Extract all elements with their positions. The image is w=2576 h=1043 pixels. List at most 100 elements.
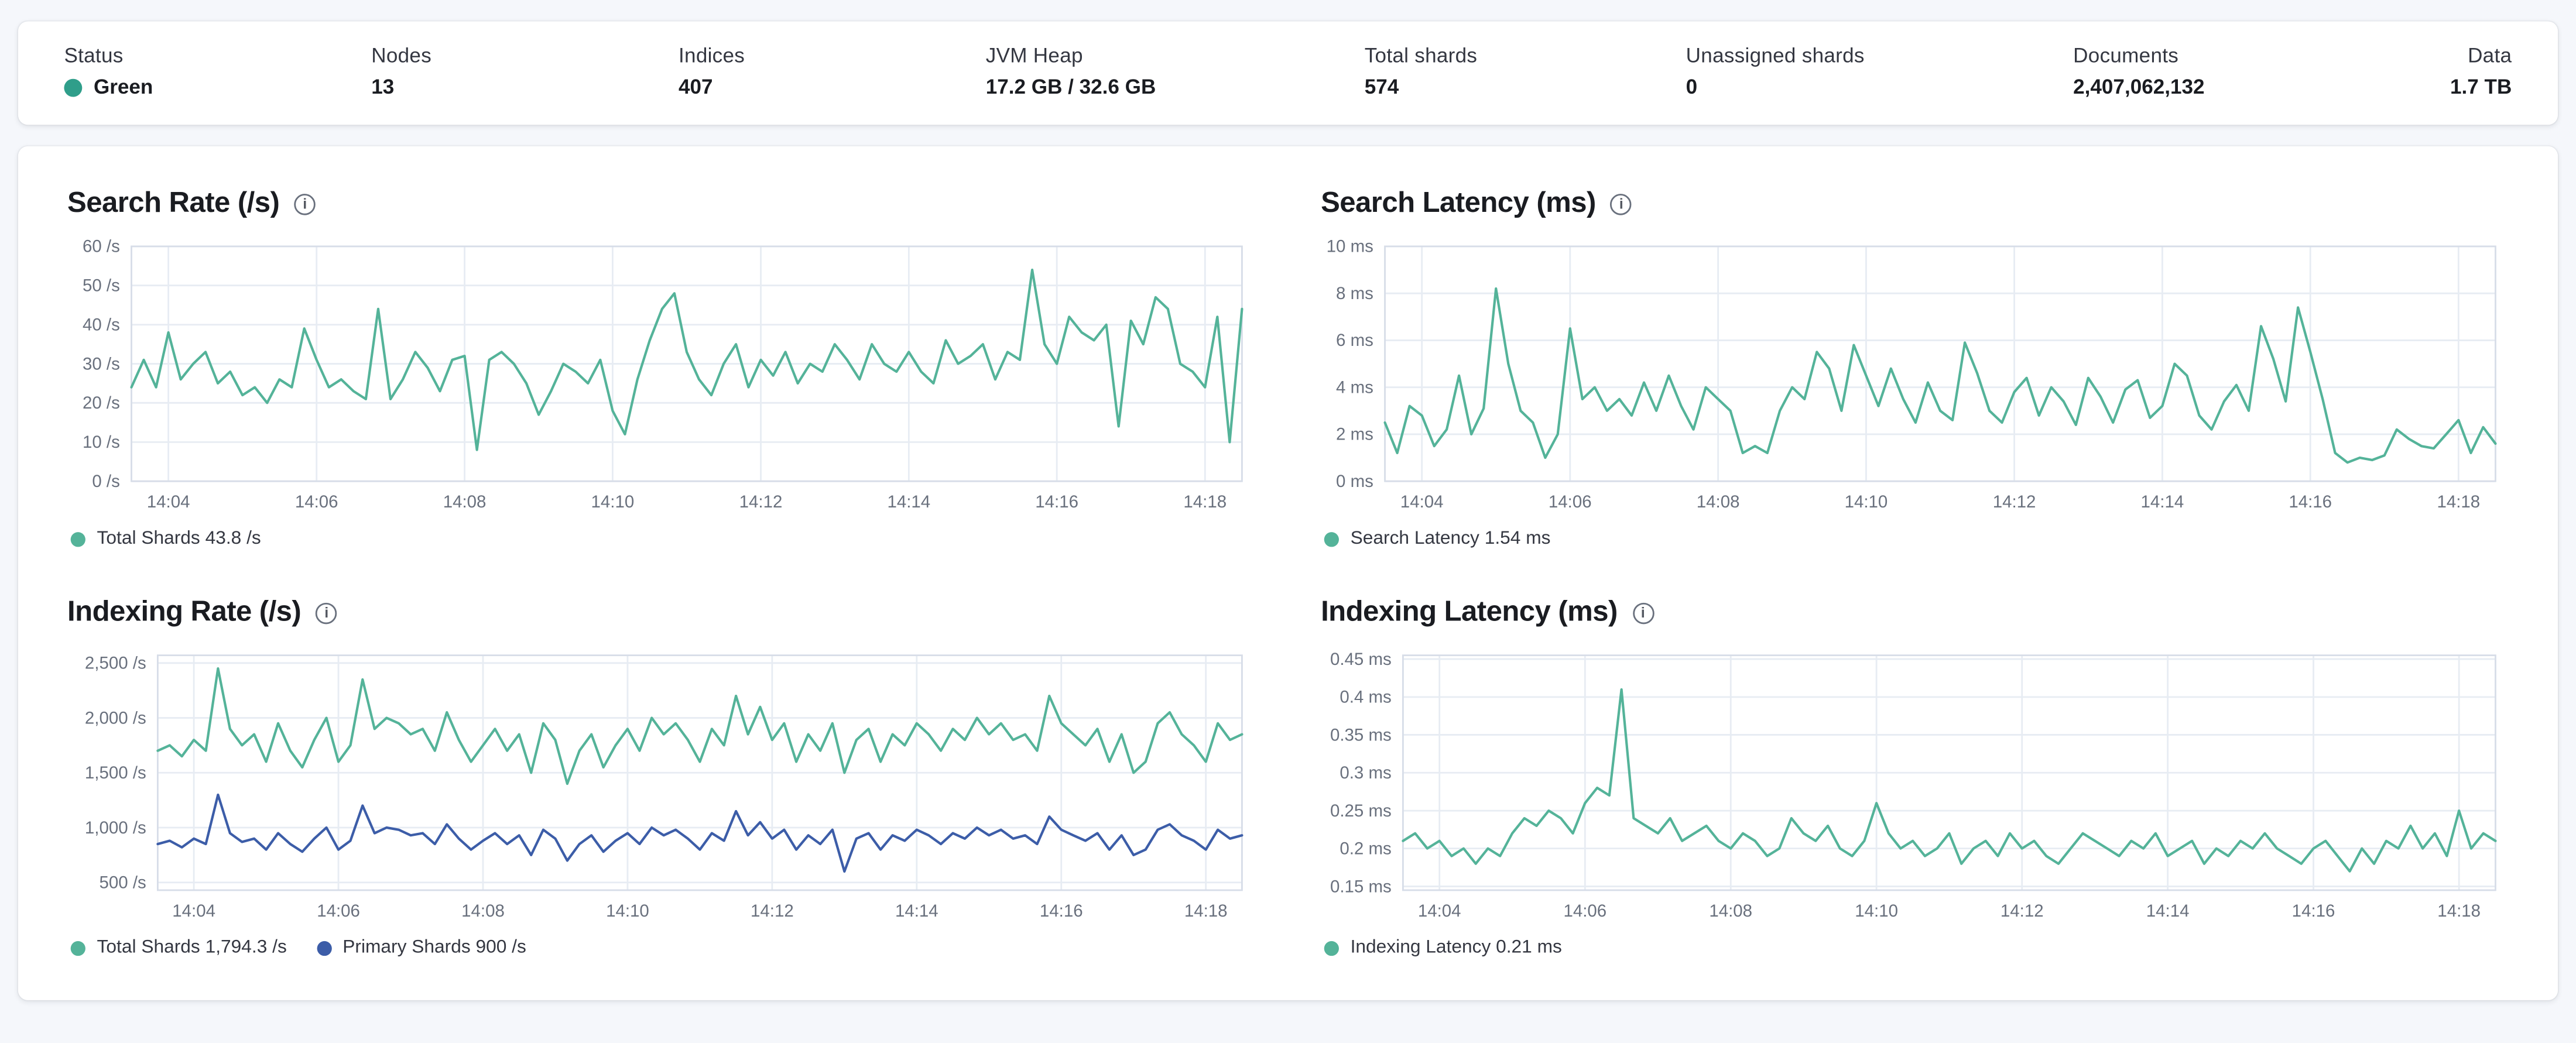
indexing-latency-chart[interactable]: 14:04 14:06 14:08 14:10 14:12 14:14 14:16 14:18… bbox=[1321, 644, 2509, 927]
svg-text:14:18: 14:18 bbox=[1184, 901, 1228, 921]
svg-text:2,000 /s: 2,000 /s bbox=[85, 708, 146, 728]
stat-status: Status Green bbox=[64, 44, 162, 98]
svg-text:2,500 /s: 2,500 /s bbox=[85, 654, 146, 673]
chart-header: Indexing Rate (/s) bbox=[67, 595, 1255, 629]
chart-canvas: 14:04 14:06 14:08 14:10 14:12 14:14 14:16 14:18… bbox=[1327, 237, 2497, 512]
search-latency-chart[interactable]: 14:04 14:06 14:08 14:10 14:12 14:14 14:16 14:18… bbox=[1321, 235, 2509, 517]
svg-text:0 ms: 0 ms bbox=[1336, 472, 1373, 491]
svg-text:1,500 /s: 1,500 /s bbox=[85, 763, 146, 783]
legend-dot bbox=[70, 531, 85, 547]
chart-legend: Search Latency 1.54 ms bbox=[1321, 529, 2509, 548]
info-icon[interactable] bbox=[1611, 194, 1632, 215]
stat-total-shards-value: 574 bbox=[1364, 76, 1399, 99]
svg-text:14:08: 14:08 bbox=[1709, 901, 1752, 921]
stat-total-shards-label: Total shards bbox=[1364, 44, 1478, 68]
charts-grid: Search Rate (/s) 14:0414:0614:0814:1014:… bbox=[67, 186, 2509, 958]
search-rate-chart[interactable]: 14:04 14:06 14:08 14:10 14:12 14:14 14:16 14:18… bbox=[67, 235, 1255, 517]
chart-header: Indexing Latency (ms) bbox=[1321, 595, 2509, 629]
svg-text:14:06: 14:06 bbox=[1563, 901, 1606, 921]
stat-indices: Indices 407 bbox=[679, 44, 777, 99]
info-icon[interactable] bbox=[294, 194, 316, 215]
chart-title-search-latency: Search Latency (ms) bbox=[1321, 186, 1596, 219]
stat-nodes-label: Nodes bbox=[371, 44, 432, 68]
svg-text:4 ms: 4 ms bbox=[1336, 378, 1373, 397]
svg-text:14:06: 14:06 bbox=[317, 901, 360, 921]
stat-total-shards: Total shards 574 bbox=[1365, 44, 1478, 99]
charts-panel: Search Rate (/s) 14:0414:0614:0814:1014:… bbox=[18, 146, 2558, 1000]
svg-text:14:16: 14:16 bbox=[1040, 901, 1083, 921]
svg-text:14:04: 14:04 bbox=[172, 901, 215, 921]
legend-dot bbox=[1324, 531, 1339, 547]
svg-text:14:10: 14:10 bbox=[1855, 901, 1898, 921]
stat-data-value: 1.7 TB bbox=[2450, 76, 2512, 99]
svg-text:10 ms: 10 ms bbox=[1327, 237, 1373, 256]
svg-text:0.25 ms: 0.25 ms bbox=[1330, 801, 1392, 821]
svg-text:14:12: 14:12 bbox=[1993, 492, 2036, 512]
chart-block-search-rate: Search Rate (/s) 14:0414:0614:0814:1014:… bbox=[67, 186, 1255, 548]
svg-text:14:06: 14:06 bbox=[295, 492, 338, 512]
stat-jvm-heap-value: 17.2 GB / 32.6 GB bbox=[985, 76, 1156, 99]
svg-text:14:14: 14:14 bbox=[2141, 492, 2184, 512]
svg-text:14:04: 14:04 bbox=[1418, 901, 1461, 921]
chart-canvas: 14:04 14:06 14:08 14:10 14:12 14:14 14:16 14:18… bbox=[85, 654, 1244, 921]
legend-item-search-latency[interactable]: Search Latency 1.54 ms bbox=[1324, 529, 1550, 548]
stat-indices-value: 407 bbox=[679, 76, 713, 99]
svg-text:14:08: 14:08 bbox=[443, 492, 487, 512]
stat-documents: Documents 2,407,062,132 bbox=[2073, 44, 2204, 99]
legend-label: Total Shards 43.8 /s bbox=[97, 529, 261, 549]
chart-block-search-latency: Search Latency (ms) 14:04 14:06 14:08 14:10… bbox=[1321, 186, 2509, 548]
svg-text:20 /s: 20 /s bbox=[83, 393, 120, 413]
indexing-rate-chart[interactable]: 14:04 14:06 14:08 14:10 14:12 14:14 14:16 14:18… bbox=[67, 644, 1255, 927]
stat-unassigned-shards: Unassigned shards 0 bbox=[1686, 44, 1865, 99]
svg-text:14:18: 14:18 bbox=[2437, 901, 2481, 921]
svg-text:14:06: 14:06 bbox=[1549, 492, 1592, 512]
stat-jvm-heap-label: JVM Heap bbox=[985, 44, 1083, 68]
svg-text:8 ms: 8 ms bbox=[1336, 284, 1373, 303]
svg-text:14:04: 14:04 bbox=[1400, 492, 1444, 512]
svg-text:14:08: 14:08 bbox=[461, 901, 505, 921]
legend-item-total-shards[interactable]: Total Shards 1,794.3 /s bbox=[70, 938, 287, 958]
svg-text:0.35 ms: 0.35 ms bbox=[1330, 725, 1392, 744]
svg-text:1,000 /s: 1,000 /s bbox=[85, 818, 146, 838]
chart-title-search-rate: Search Rate (/s) bbox=[67, 186, 280, 219]
chart-block-indexing-rate: Indexing Rate (/s) 14:0414:0614:0814:101… bbox=[67, 595, 1255, 958]
chart-canvas: 14:04 14:06 14:08 14:10 14:12 14:14 14:16 14:18… bbox=[1330, 650, 2497, 921]
legend-item-indexing-latency[interactable]: Indexing Latency 0.21 ms bbox=[1324, 938, 1562, 958]
svg-text:0.15 ms: 0.15 ms bbox=[1330, 877, 1392, 896]
chart-canvas: 14:04 14:06 14:08 14:10 14:12 14:14 14:16 14:18… bbox=[83, 237, 1244, 512]
stat-unassigned-shards-label: Unassigned shards bbox=[1686, 44, 1865, 68]
svg-text:14:14: 14:14 bbox=[2146, 901, 2190, 921]
svg-text:14:10: 14:10 bbox=[606, 901, 649, 921]
stat-status-value: Green bbox=[64, 76, 162, 98]
svg-text:14:16: 14:16 bbox=[2289, 492, 2332, 512]
stat-data-label: Data bbox=[2468, 44, 2512, 68]
chart-header: Search Rate (/s) bbox=[67, 186, 1255, 220]
info-icon[interactable] bbox=[1632, 602, 1654, 625]
svg-text:14:14: 14:14 bbox=[895, 901, 938, 921]
svg-text:0.4 ms: 0.4 ms bbox=[1340, 688, 1391, 707]
svg-text:14:18: 14:18 bbox=[1183, 492, 1227, 512]
info-icon[interactable] bbox=[316, 602, 337, 625]
legend-item-total-shards[interactable]: Total Shards 43.8 /s bbox=[70, 529, 261, 549]
svg-text:0.3 ms: 0.3 ms bbox=[1340, 763, 1391, 783]
svg-text:14:12: 14:12 bbox=[739, 492, 783, 512]
svg-text:0.2 ms: 0.2 ms bbox=[1340, 839, 1391, 858]
svg-text:0.45 ms: 0.45 ms bbox=[1330, 650, 1392, 669]
legend-item-primary-shards[interactable]: Primary Shards 900 /s bbox=[316, 938, 526, 958]
legend-dot bbox=[1324, 940, 1339, 955]
stat-indices-label: Indices bbox=[679, 44, 745, 68]
monitoring-dashboard: Status Green Nodes 13 Indices 407 JVM He… bbox=[0, 0, 2576, 1043]
chart-block-indexing-latency: Indexing Latency (ms) 14:04 14:06 14:08 14:… bbox=[1321, 595, 2509, 958]
stat-unassigned-shards-value: 0 bbox=[1686, 76, 1698, 99]
svg-text:14:12: 14:12 bbox=[751, 901, 794, 921]
svg-text:6 ms: 6 ms bbox=[1336, 331, 1373, 350]
svg-text:14:16: 14:16 bbox=[2292, 901, 2335, 921]
svg-text:40 /s: 40 /s bbox=[83, 315, 120, 335]
legend-dot bbox=[316, 940, 331, 955]
health-status-dot bbox=[64, 78, 83, 97]
svg-text:14:14: 14:14 bbox=[887, 492, 930, 512]
svg-text:14:16: 14:16 bbox=[1035, 492, 1078, 512]
legend-label: Primary Shards 900 /s bbox=[342, 938, 526, 958]
stat-status-text: Green bbox=[93, 76, 153, 99]
stat-status-label: Status bbox=[64, 44, 124, 68]
